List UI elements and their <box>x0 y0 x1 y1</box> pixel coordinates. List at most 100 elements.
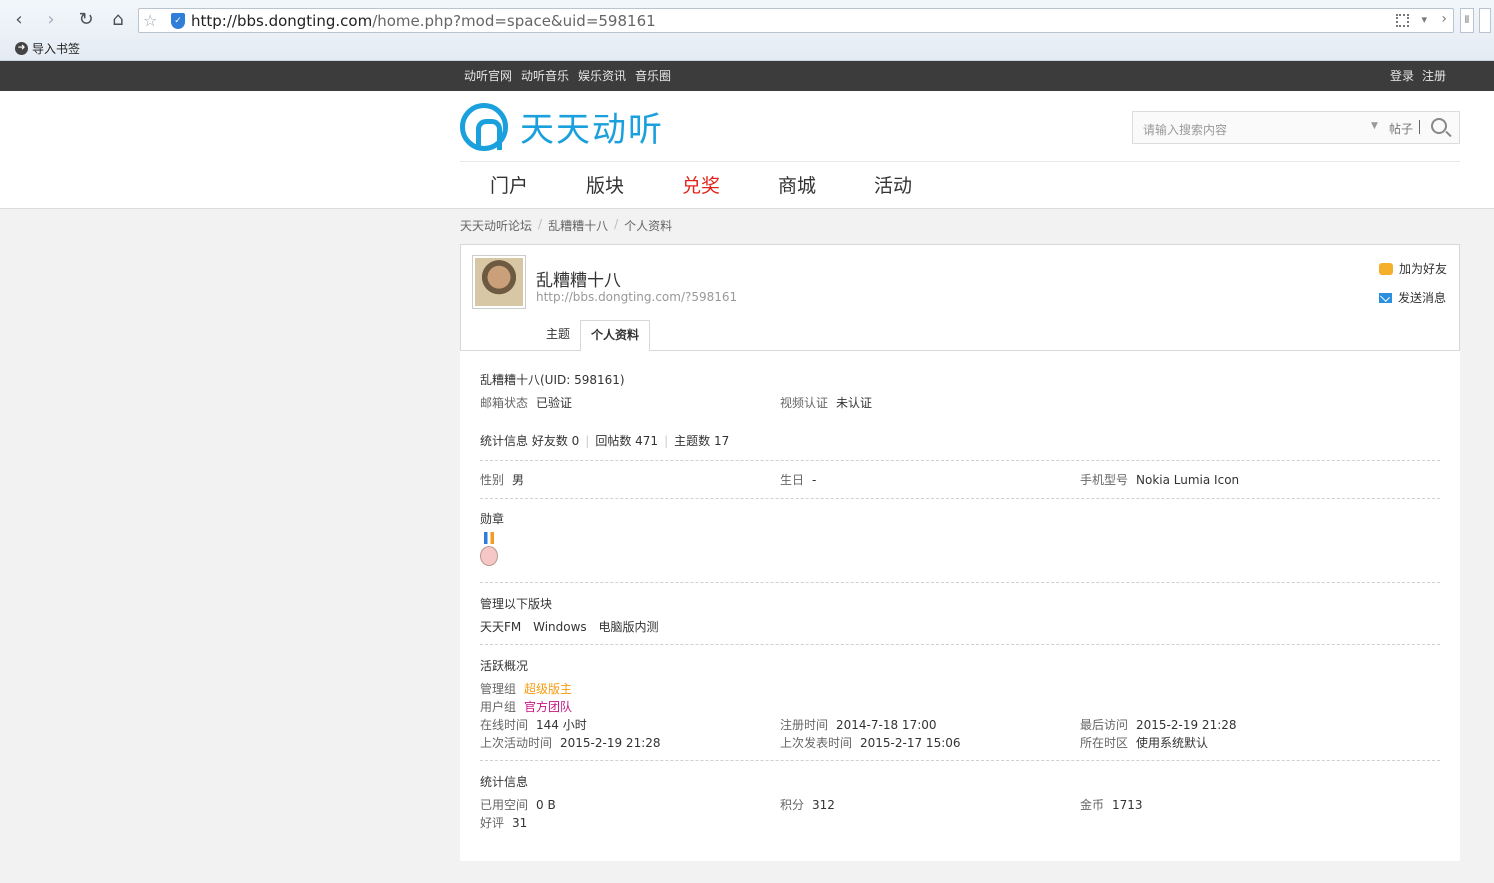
rating: 好评 31 <box>480 814 527 831</box>
nav-events[interactable]: 活动 <box>874 171 970 198</box>
last-active: 上次活动时间 2015-2-19 21:28 <box>480 734 661 751</box>
back-icon[interactable]: ‹ <box>8 9 30 31</box>
stats-label: 统计信息 <box>480 434 529 448</box>
site-header: 天天动听 请输入搜索内容 ▼ 帖子 门户 版块 兑奖 商城 活动 <box>0 91 1494 209</box>
star-icon[interactable]: ☆ <box>143 11 157 30</box>
last-post-label: 上次发表时间 <box>780 736 853 750</box>
home-icon[interactable]: ⌂ <box>107 9 129 31</box>
breadcrumb-forum[interactable]: 天天动听论坛 <box>460 217 532 234</box>
search-icon[interactable] <box>1431 118 1447 134</box>
coins-label: 金币 <box>1080 798 1105 812</box>
phone-label: 手机型号 <box>1080 473 1129 487</box>
email-status-label: 邮箱状态 <box>480 396 529 410</box>
profile-tabs: 主题 个人资料 <box>536 320 651 352</box>
coins-value: 1713 <box>1112 798 1143 812</box>
divider <box>480 760 1440 761</box>
topics-count[interactable]: 主题数 17 <box>674 434 729 448</box>
divider <box>460 161 1460 162</box>
stats-summary: 统计信息 好友数 0 | 回帖数 471 | 主题数 17 <box>480 434 730 448</box>
url-text[interactable]: http://bbs.dongting.com/home.php?mod=spa… <box>191 12 656 30</box>
topbar-link-music[interactable]: 动听音乐 <box>521 67 569 84</box>
avatar[interactable] <box>472 255 526 309</box>
mail-icon <box>1378 292 1392 303</box>
go-forward-icon[interactable]: › <box>1441 11 1447 27</box>
user-group-value[interactable]: 官方团队 <box>524 700 572 714</box>
dropdown-icon[interactable]: ▾ <box>1421 13 1427 26</box>
divider <box>480 582 1440 583</box>
search-type-select[interactable]: 帖子 <box>1389 120 1413 137</box>
profile-link[interactable]: http://bbs.dongting.com/?598161 <box>536 290 737 304</box>
add-friend-button[interactable]: 加为好友 <box>1378 260 1447 277</box>
phone-value: Nokia Lumia Icon <box>1136 473 1240 487</box>
profile-card: 乱糟糟十八 http://bbs.dongting.com/?598161 加为… <box>460 244 1460 352</box>
chevron-down-icon[interactable]: ▼ <box>1371 121 1378 131</box>
tab-topics[interactable]: 主题 <box>536 320 580 352</box>
birthday-value: - <box>812 473 817 487</box>
admin-group-value[interactable]: 超级版主 <box>524 682 572 696</box>
birthday-label: 生日 <box>780 473 805 487</box>
medal-title: 勋章 <box>480 512 505 526</box>
search-input[interactable]: 请输入搜索内容 <box>1143 121 1227 138</box>
manage-title: 管理以下版块 <box>480 597 553 611</box>
nav-forums[interactable]: 版块 <box>586 171 682 198</box>
rating-value: 31 <box>512 816 528 830</box>
site-topbar: 动听官网 动听音乐 娱乐资讯 音乐圈 登录 注册 <box>0 61 1494 91</box>
qr-code-icon[interactable] <box>1396 14 1409 27</box>
forward-icon[interactable]: › <box>40 9 62 31</box>
address-bar[interactable]: ☆ ✓ http://bbs.dongting.com/home.php?mod… <box>138 8 1454 33</box>
video-status-value: 未认证 <box>836 396 873 410</box>
online-time-value: 144 小时 <box>536 718 587 732</box>
points-label: 积分 <box>780 798 805 812</box>
friends-count[interactable]: 好友数 0 <box>532 434 579 448</box>
points-value: 312 <box>812 798 835 812</box>
breadcrumb: 天天动听论坛 / 乱糟糟十八 / 个人资料 <box>460 217 673 234</box>
video-status-label: 视频认证 <box>780 396 829 410</box>
handshake-icon <box>1378 262 1393 275</box>
last-visit-label: 最后访问 <box>1080 718 1129 732</box>
user-group: 用户组 官方团队 <box>480 698 572 715</box>
last-visit: 最后访问 2015-2-19 21:28 <box>1080 716 1237 733</box>
reload-icon[interactable]: ↻ <box>75 9 97 31</box>
tab-profile[interactable]: 个人资料 <box>580 320 651 352</box>
topbar-link-news[interactable]: 娱乐资讯 <box>578 67 626 84</box>
forum-link-windows[interactable]: Windows <box>533 620 587 634</box>
email-status-value: 已验证 <box>536 396 573 410</box>
logo-icon <box>460 102 508 151</box>
activity-title: 活跃概况 <box>480 659 529 673</box>
site-logo[interactable]: 天天动听 <box>460 102 664 151</box>
space-label: 已用空间 <box>480 798 529 812</box>
send-message-button[interactable]: 发送消息 <box>1378 289 1447 306</box>
forum-link-fm[interactable]: 天天FM <box>480 620 521 634</box>
medal-icon[interactable] <box>480 532 498 568</box>
divider <box>480 498 1440 499</box>
timezone-label: 所在时区 <box>1080 736 1129 750</box>
register-link[interactable]: 注册 <box>1422 67 1446 84</box>
birthday-field: 生日 - <box>780 471 816 488</box>
menu-icon[interactable]: ⦀ <box>1460 8 1474 33</box>
profile-details: 乱糟糟十八(UID: 598161) 邮箱状态 已验证 视频认证 未认证 统计信息 … <box>460 351 1460 861</box>
nav-redeem[interactable]: 兑奖 <box>682 171 778 198</box>
breadcrumb-current: 个人资料 <box>624 219 673 233</box>
space-value: 0 B <box>536 798 556 812</box>
register-time-value: 2014-7-18 17:00 <box>836 718 937 732</box>
login-link[interactable]: 登录 <box>1390 67 1414 84</box>
nav-portal[interactable]: 门户 <box>490 171 586 198</box>
video-status: 视频认证 未认证 <box>780 394 872 411</box>
replies-count[interactable]: 回帖数 471 <box>595 434 658 448</box>
gender-field: 性别男 <box>480 471 524 488</box>
rating-label: 好评 <box>480 816 505 830</box>
add-friend-label: 加为好友 <box>1398 262 1447 276</box>
breadcrumb-user[interactable]: 乱糟糟十八 <box>548 217 608 234</box>
topbar-link-official[interactable]: 动听官网 <box>464 67 512 84</box>
register-time-label: 注册时间 <box>780 718 829 732</box>
page-icon[interactable] <box>1479 8 1491 33</box>
last-active-label: 上次活动时间 <box>480 736 553 750</box>
last-post: 上次发表时间 2015-2-17 15:06 <box>780 734 961 751</box>
forum-link-pc-beta[interactable]: 电脑版内测 <box>599 620 659 634</box>
user-group-label: 用户组 <box>480 700 517 714</box>
nav-shop[interactable]: 商城 <box>778 171 874 198</box>
topbar-link-circle[interactable]: 音乐圈 <box>635 67 671 84</box>
bookmark-import[interactable]: ➜ 导入书签 <box>15 40 80 57</box>
online-time: 在线时间 144 小时 <box>480 716 587 733</box>
search-box[interactable]: 请输入搜索内容 ▼ 帖子 <box>1132 111 1460 144</box>
